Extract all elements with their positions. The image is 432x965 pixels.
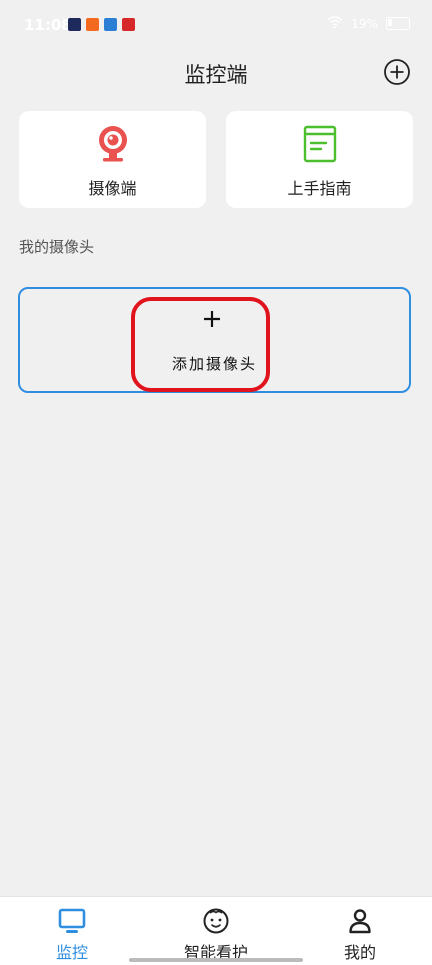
add-camera-label: 添加摄像头 bbox=[171, 355, 257, 373]
tab-mine[interactable]: 我的 bbox=[288, 897, 432, 965]
status-indicators: 19% bbox=[327, 16, 410, 31]
notification-icons bbox=[68, 18, 135, 31]
webcam-icon bbox=[92, 123, 134, 165]
guide-label: 上手指南 bbox=[287, 179, 352, 198]
header: 监控端 bbox=[0, 50, 432, 94]
camera-mode-card[interactable]: 摄像端 bbox=[19, 111, 206, 208]
battery-percent: 19% bbox=[351, 16, 378, 31]
tab-smart-care[interactable]: 智能看护 bbox=[144, 897, 288, 965]
battery-icon bbox=[386, 17, 410, 30]
tab-monitor-label: 监控 bbox=[55, 943, 88, 962]
bottom-tab-bar: 监控 智能看护 我的 bbox=[0, 896, 432, 965]
app-notification-icon bbox=[86, 18, 99, 31]
app-notification-icon bbox=[122, 18, 135, 31]
tab-mine-label: 我的 bbox=[343, 943, 376, 962]
status-bar: 11:08 19% bbox=[0, 0, 432, 50]
plus-circle-icon bbox=[384, 59, 410, 85]
monitor-icon bbox=[57, 907, 87, 935]
add-button[interactable] bbox=[384, 59, 410, 85]
plus-icon bbox=[201, 308, 223, 330]
app-notification-icon bbox=[104, 18, 117, 31]
add-camera-box[interactable]: 添加摄像头 bbox=[18, 287, 411, 393]
tab-monitor[interactable]: 监控 bbox=[0, 897, 144, 965]
guide-book-icon bbox=[299, 123, 341, 165]
app-notification-icon bbox=[68, 18, 81, 31]
baby-face-icon bbox=[201, 907, 231, 935]
person-icon bbox=[345, 907, 375, 935]
wifi-icon bbox=[327, 16, 343, 31]
camera-mode-label: 摄像端 bbox=[88, 179, 137, 198]
home-indicator[interactable] bbox=[129, 958, 303, 962]
page-title: 监控端 bbox=[184, 63, 248, 87]
my-cameras-heading: 我的摄像头 bbox=[19, 238, 95, 256]
status-time: 11:08 bbox=[24, 16, 72, 34]
guide-card[interactable]: 上手指南 bbox=[226, 111, 413, 208]
